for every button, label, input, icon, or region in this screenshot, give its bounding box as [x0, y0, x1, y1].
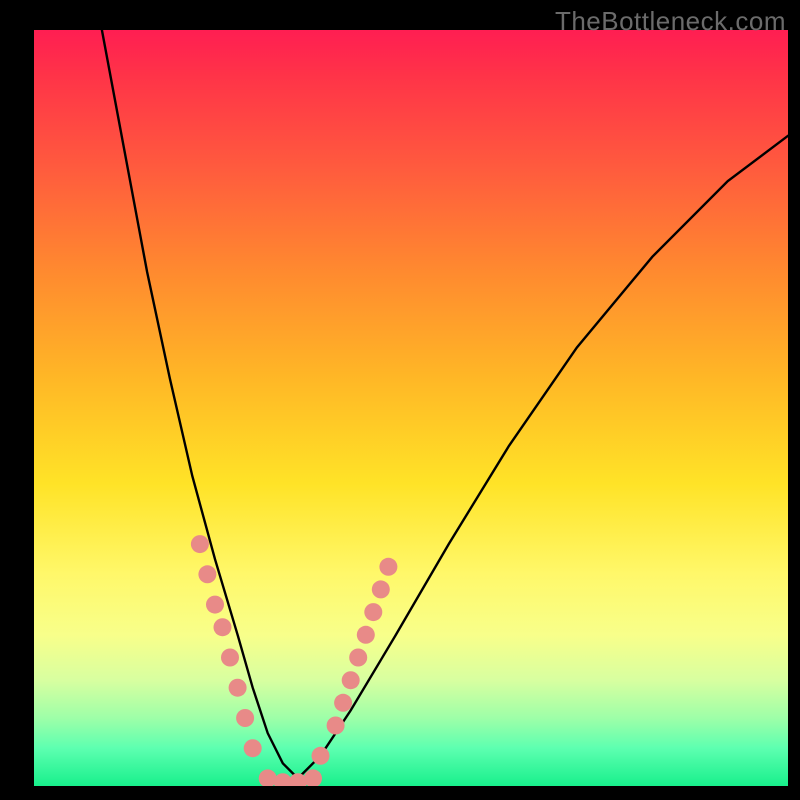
marker-dot	[229, 679, 247, 697]
bottleneck-curve	[102, 30, 788, 778]
watermark-text: TheBottleneck.com	[555, 6, 786, 37]
marker-dot	[244, 739, 262, 757]
marker-dot	[349, 649, 367, 667]
marker-dot	[379, 558, 397, 576]
marker-dot	[342, 671, 360, 689]
chart-frame: TheBottleneck.com	[0, 0, 800, 800]
marker-dot	[364, 603, 382, 621]
marker-dot	[221, 649, 239, 667]
marker-dot	[214, 618, 232, 636]
marker-dot	[327, 717, 345, 735]
marker-dot	[372, 580, 390, 598]
marker-dot	[236, 709, 254, 727]
marker-dot	[357, 626, 375, 644]
marker-dot	[191, 535, 209, 553]
marker-dots	[191, 535, 398, 786]
marker-dot	[206, 596, 224, 614]
marker-dot	[304, 769, 322, 786]
marker-dot	[334, 694, 352, 712]
marker-dot	[312, 747, 330, 765]
marker-dot	[198, 565, 216, 583]
curve-layer	[34, 30, 788, 786]
plot-area	[34, 30, 788, 786]
